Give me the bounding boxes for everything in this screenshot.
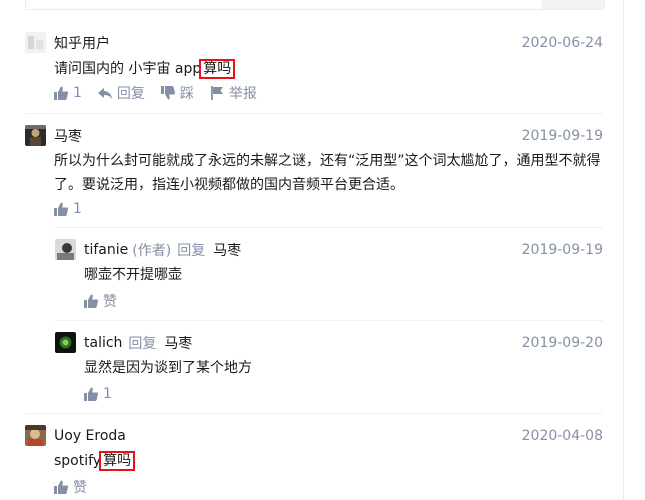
- comment-input-bottom-edge[interactable]: [25, 0, 605, 10]
- thumbs-up-icon: [54, 86, 68, 100]
- author-name[interactable]: tifanie: [84, 242, 128, 258]
- like-button[interactable]: 1: [54, 85, 82, 101]
- comment-divider: [55, 320, 603, 321]
- like-button[interactable]: 1: [84, 386, 112, 402]
- author-name[interactable]: 知乎用户: [54, 33, 110, 53]
- comment-divider: [25, 413, 603, 414]
- comment-divider: [25, 113, 603, 114]
- comment-content: 哪壶不开提哪壶: [84, 263, 182, 287]
- comment-content: 所以为什么封可能就成了永远的未解之谜，还有“泛用型”这个词太尴尬了，通用型不就得…: [54, 149, 603, 197]
- author-name[interactable]: Uoy Eroda: [54, 428, 126, 444]
- comment-item: 知乎用户 2020-06-24 请问国内的 小宇宙 app 算吗 1 回复 踩 举…: [25, 32, 603, 107]
- like-count: 1: [73, 201, 82, 217]
- thumbs-down-icon: [160, 86, 175, 100]
- avatar[interactable]: [25, 425, 46, 446]
- reply-arrow-icon: [97, 88, 112, 99]
- dislike-label: 踩: [179, 86, 194, 102]
- submit-button-edge[interactable]: [542, 0, 604, 9]
- comment-date: 2019-09-19: [521, 242, 603, 258]
- comment-date: 2019-09-19: [521, 128, 603, 144]
- highlighted-text: 算吗: [99, 451, 136, 471]
- comment-text: 哪壶不开提哪壶: [84, 267, 182, 283]
- like-count: 1: [73, 85, 82, 101]
- comment-divider: [55, 227, 603, 228]
- comment-actions: 1 回复 踩 举报: [54, 83, 273, 103]
- like-label: 赞: [73, 480, 87, 496]
- thumbs-up-icon: [84, 294, 98, 308]
- avatar[interactable]: [25, 125, 46, 146]
- comment-text: 显然是因为谈到了某个地方: [84, 360, 252, 376]
- comment-text-line: 所以为什么封可能就成了永远的未解之谜，还有“泛用型”这个词太尴尬了，通用型不就得: [54, 153, 601, 169]
- dislike-button[interactable]: 踩: [160, 83, 194, 103]
- comment-actions: 赞: [54, 477, 103, 497]
- thumbs-up-icon: [84, 387, 98, 401]
- reply-item: tifanie (作者) 回复 马枣 2019-09-19 哪壶不开提哪壶 赞: [55, 239, 603, 314]
- avatar[interactable]: [55, 239, 76, 260]
- like-count: 1: [103, 386, 112, 402]
- comment-date: 2020-04-08: [521, 428, 603, 444]
- thumbs-up-icon: [54, 480, 68, 494]
- reply-target-name[interactable]: 马枣: [213, 240, 241, 260]
- comment-content: 显然是因为谈到了某个地方: [84, 356, 252, 380]
- comment-date: 2019-09-20: [521, 335, 603, 351]
- panel-right-border: [623, 0, 624, 500]
- reply-label: 回复: [116, 86, 145, 102]
- comment-text: 请问国内的 小宇宙 app: [54, 61, 202, 77]
- reply-button[interactable]: 回复: [97, 83, 145, 103]
- comment-content: spotify 算吗: [54, 449, 136, 473]
- comment-actions: 1: [54, 199, 98, 219]
- flag-icon: [210, 86, 223, 100]
- comment-actions: 1: [84, 384, 128, 404]
- like-button[interactable]: 1: [54, 201, 82, 217]
- author-tag: (作者): [132, 243, 172, 259]
- thumbs-up-icon: [54, 202, 68, 216]
- comment-item: 马枣 2019-09-19 所以为什么封可能就成了永远的未解之谜，还有“泛用型”…: [25, 125, 603, 220]
- avatar[interactable]: [25, 32, 46, 53]
- reply-word: 回复: [177, 243, 206, 259]
- reply-target-name[interactable]: 马枣: [164, 333, 192, 353]
- like-button[interactable]: 赞: [54, 477, 87, 497]
- author-name[interactable]: talich: [84, 335, 122, 351]
- author-name[interactable]: 马枣: [54, 126, 82, 146]
- report-label: 举报: [228, 86, 257, 102]
- comment-date: 2020-06-24: [521, 35, 603, 51]
- avatar[interactable]: [55, 332, 76, 353]
- highlighted-text: 算吗: [199, 59, 236, 79]
- comment-actions: 赞: [84, 291, 133, 311]
- reply-word: 回复: [128, 336, 157, 352]
- report-button[interactable]: 举报: [210, 83, 257, 103]
- comment-text-line: 了。要说泛用，指连小视频都做的国内音频平台更合适。: [54, 177, 404, 193]
- comment-content: 请问国内的 小宇宙 app 算吗: [54, 57, 236, 81]
- comment-text: spotify: [54, 453, 102, 469]
- reply-item: talich 回复 马枣 2019-09-20 显然是因为谈到了某个地方 1: [55, 332, 603, 407]
- like-label: 赞: [103, 294, 117, 310]
- like-button[interactable]: 赞: [84, 291, 117, 311]
- comment-item: Uoy Eroda 2020-04-08 spotify 算吗 赞: [25, 425, 603, 500]
